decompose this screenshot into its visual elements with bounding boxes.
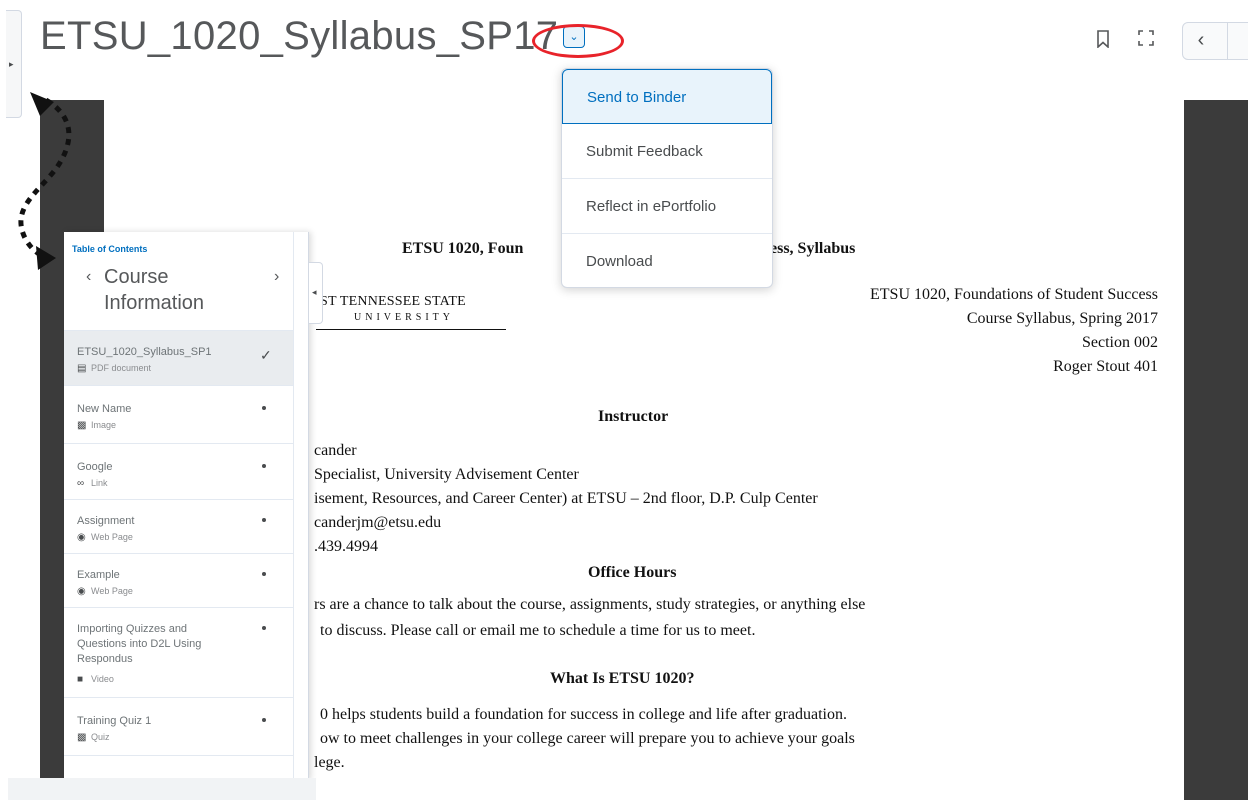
toc-item[interactable]: Example ◉ Web Page — [64, 553, 293, 607]
unread-dot-icon — [262, 718, 266, 722]
course-info-line: ETSU 1020, Foundations of Student Succes… — [870, 286, 1158, 303]
menu-item-reflect-in-eportfolio[interactable]: Reflect in ePortfolio — [562, 179, 772, 234]
image-icon: ▩ — [77, 420, 87, 431]
toc-item[interactable]: ETSU_1020_Syllabus_SP1 ▤ PDF document ✓ — [64, 330, 293, 385]
course-info-line: Roger Stout 401 — [1053, 358, 1158, 375]
unread-dot-icon — [262, 464, 266, 468]
document-icon: ▤ — [77, 363, 87, 374]
toc-scrollbar[interactable] — [293, 232, 308, 780]
expand-icon[interactable] — [1138, 30, 1154, 46]
doc-heading-right: ess, Syllabus — [770, 240, 856, 257]
globe-icon: ◉ — [77, 586, 86, 597]
caret-right-icon: ▸ — [9, 59, 14, 69]
doc-heading-left: ETSU 1020, Foun — [402, 240, 524, 257]
nav-buttons: ‹ — [1182, 22, 1248, 60]
instructor-line: canderjm@etsu.edu — [314, 514, 442, 531]
instructor-line: Specialist, University Advisement Center — [314, 466, 579, 483]
office-hours-line: rs are a chance to talk about the course… — [314, 596, 866, 613]
quiz-icon: ▩ — [77, 732, 87, 743]
toc-item-type-label: Quiz — [91, 732, 110, 742]
toc-item-type-label: Link — [91, 478, 108, 488]
toc-item-type-label: Image — [91, 420, 117, 430]
checkmark-icon: ✓ — [260, 347, 272, 363]
toc-item-name: ETSU_1020_Syllabus_SP1 — [77, 346, 212, 358]
toc-item-name: Training Quiz 1 — [77, 715, 152, 727]
what-is-line: 0 helps students build a foundation for … — [320, 706, 847, 723]
menu-item-download[interactable]: Download — [562, 234, 772, 289]
toc-item-type: ▩ Quiz — [77, 732, 110, 743]
what-is-line: lege. — [314, 754, 345, 771]
divider — [1227, 23, 1228, 59]
caret-left-icon: ◂ — [312, 287, 317, 297]
toc-item-type-label: Web Page — [91, 532, 133, 542]
unread-dot-icon — [262, 518, 266, 522]
toc-item-name: Google — [77, 461, 113, 473]
unread-dot-icon — [262, 572, 266, 576]
toc-item[interactable]: Google ∞ Link — [64, 443, 293, 499]
toc-item-type-label: PDF document — [91, 363, 152, 373]
toc-item[interactable] — [64, 755, 293, 780]
bottom-strip — [8, 778, 316, 800]
chevron-left-icon: ‹ — [1197, 29, 1205, 51]
toc-item-name: Importing Quizzes and Questions into D2L… — [77, 623, 202, 665]
university-logo-line1: ST TENNESSEE STATE — [320, 294, 466, 309]
unread-dot-icon — [262, 626, 266, 630]
logo-rule — [316, 329, 506, 330]
chevron-right-icon: › — [274, 268, 280, 285]
university-logo-line2: UNIVERSITY — [354, 312, 454, 323]
toc-item-type: ▩ Image — [77, 420, 116, 431]
previous-topic-button[interactable]: ‹ — [1183, 23, 1219, 59]
toc-item-type: ▤ PDF document — [77, 363, 151, 374]
menu-item-send-to-binder[interactable]: Send to Binder — [562, 69, 772, 124]
toc-item-type: ■ Video — [77, 674, 114, 685]
toc-item-type: ◉ Web Page — [77, 586, 133, 597]
viewer-background-right — [1184, 100, 1248, 800]
video-icon: ■ — [77, 674, 84, 685]
instructor-line: .439.4994 — [314, 538, 378, 555]
toc-previous-module-button[interactable]: ‹ — [86, 268, 91, 286]
instructor-line: cander — [314, 442, 357, 459]
toc-item-name: New Name — [77, 403, 132, 415]
toc-item-type: ∞ Link — [77, 478, 108, 489]
page-title: ETSU_1020_Syllabus_SP17 — [40, 14, 559, 58]
chevron-left-icon: ‹ — [86, 268, 92, 285]
toc-item[interactable]: Training Quiz 1 ▩ Quiz — [64, 697, 293, 755]
bookmark-icon[interactable] — [1096, 30, 1110, 48]
what-is-line: ow to meet challenges in your college ca… — [320, 730, 855, 747]
menu-item-submit-feedback[interactable]: Submit Feedback — [562, 124, 772, 179]
what-is-heading: What Is ETSU 1020? — [550, 670, 695, 687]
toc-item-type: ◉ Web Page — [77, 532, 133, 543]
toc-item[interactable]: Assignment ◉ Web Page — [64, 499, 293, 553]
toc-item-type-label: Web Page — [91, 586, 133, 596]
toc-module-title: Course Information — [104, 266, 205, 314]
instructor-heading: Instructor — [598, 408, 669, 425]
office-hours-line: to discuss. Please call or email me to s… — [320, 622, 756, 639]
toc-item-type-label: Video — [91, 674, 114, 684]
office-hours-heading: Office Hours — [588, 564, 677, 581]
globe-icon: ◉ — [77, 532, 86, 543]
toc-item[interactable]: New Name ▩ Image — [64, 385, 293, 443]
course-info-line: Section 002 — [1082, 334, 1158, 351]
toc-label: Table of Contents — [72, 244, 148, 254]
instructor-line: isement, Resources, and Career Center) a… — [314, 490, 818, 507]
toc-item-name: Example — [77, 569, 120, 581]
toc-next-module-button[interactable]: › — [274, 268, 279, 286]
toc-collapse-tab[interactable]: ◂ — [309, 262, 323, 324]
unread-dot-icon — [262, 406, 266, 410]
link-icon: ∞ — [77, 478, 85, 489]
course-info-line: Course Syllabus, Spring 2017 — [966, 310, 1158, 327]
red-annotation-circle — [532, 24, 624, 58]
toc-item[interactable]: Importing Quizzes and Questions into D2L… — [64, 607, 293, 697]
table-of-contents-panel: Table of Contents ‹ Course Information ›… — [64, 232, 309, 780]
title-options-menu: Send to Binder Submit Feedback Reflect i… — [561, 68, 773, 288]
toc-item-name: Assignment — [77, 515, 135, 527]
